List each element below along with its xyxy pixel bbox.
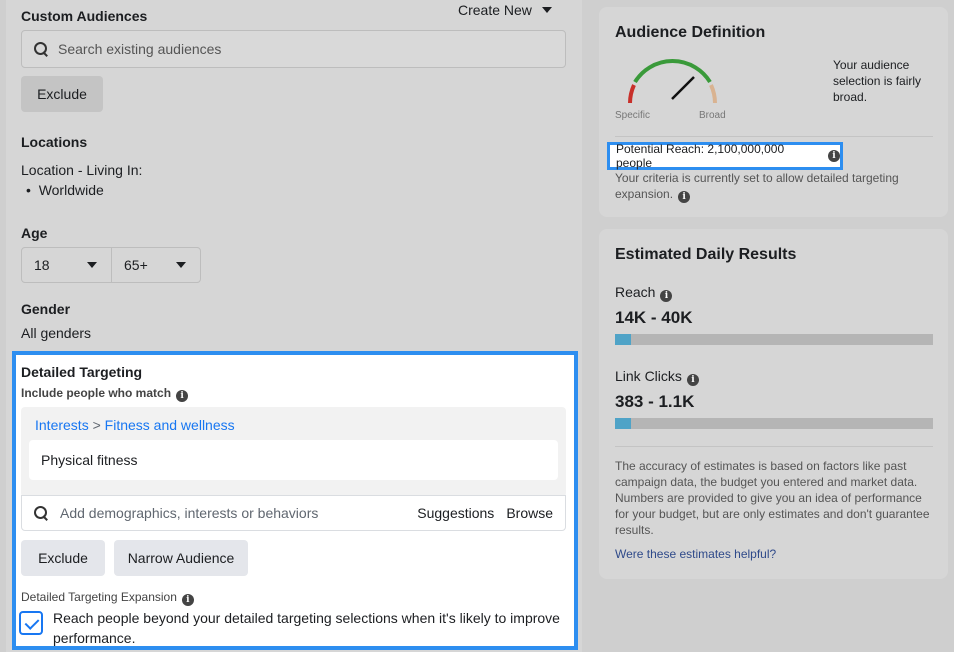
- search-icon: [34, 42, 48, 56]
- gauge-tan-segment: [709, 84, 717, 104]
- create-new-label: Create New: [458, 2, 532, 18]
- reach-label: Reach i: [615, 284, 673, 302]
- gauge-red-segment: [628, 84, 636, 104]
- breadcrumb-separator: >: [92, 417, 101, 433]
- disclaimer-line-4: for your budget, but are only estimates …: [615, 507, 930, 521]
- summary-line-3: broad.: [833, 90, 868, 104]
- custom-audiences-title: Custom Audiences: [21, 8, 148, 24]
- targeting-expansion-title: Detailed Targeting Expansion i: [21, 590, 194, 606]
- caret-down-icon: [541, 7, 552, 13]
- reach-bar: [615, 334, 933, 345]
- exclude-targeting-button[interactable]: Exclude: [21, 540, 105, 576]
- search-links: Suggestions Browse: [417, 505, 553, 521]
- search-icon: [34, 506, 48, 520]
- gauge-specific-label: Specific: [615, 110, 651, 121]
- link-clicks-label-text: Link Clicks: [615, 368, 682, 384]
- summary-line-2: selection is fairly: [833, 74, 922, 88]
- disclaimer-line-3: Numbers are provided to give you an idea…: [615, 491, 922, 505]
- caret-down-icon: [176, 262, 186, 268]
- expansion-line-1: Reach people beyond your detailed target…: [53, 610, 560, 626]
- divider: [615, 446, 933, 447]
- gender-value[interactable]: All genders: [21, 325, 91, 341]
- locations-title: Locations: [21, 134, 88, 150]
- link-clicks-bar: [615, 418, 933, 429]
- exclude-audience-button[interactable]: Exclude: [21, 76, 103, 112]
- selected-interest-label: Physical fitness: [41, 452, 138, 468]
- estimates-disclaimer: The accuracy of estimates is based on fa…: [615, 458, 930, 538]
- custom-audience-search-input[interactable]: Search existing audiences: [21, 30, 566, 68]
- age-max-select[interactable]: 65+: [112, 247, 201, 283]
- summary-line-1: Your audience: [833, 58, 910, 72]
- disclaimer-line-2: campaign data, the budget you entered an…: [615, 475, 918, 489]
- info-icon[interactable]: i: [686, 374, 699, 386]
- targeting-expansion-description: Reach people beyond your detailed target…: [53, 608, 560, 648]
- browse-link[interactable]: Browse: [506, 505, 553, 521]
- age-max-value: 65+: [124, 257, 148, 273]
- criteria-line-2: expansion.: [615, 187, 674, 201]
- criteria-line-1: Your criteria is currently set to allow …: [615, 171, 899, 185]
- audience-gauge: [628, 59, 717, 104]
- criteria-note: Your criteria is currently set to allow …: [615, 170, 899, 203]
- reach-label-text: Reach: [615, 284, 656, 300]
- divider: [615, 136, 933, 137]
- selected-interest-item[interactable]: Physical fitness: [29, 440, 558, 480]
- age-min-select[interactable]: 18: [21, 247, 112, 283]
- location-living-in-label: Location - Living In:: [21, 162, 143, 178]
- interest-breadcrumb: Interests > Fitness and wellness: [35, 417, 235, 433]
- expansion-line-2: performance.: [53, 630, 136, 646]
- link-clicks-bar-fill: [615, 418, 631, 429]
- reach-bar-fill: [615, 334, 631, 345]
- audience-summary: Your audience selection is fairly broad.: [833, 57, 921, 105]
- narrow-audience-button[interactable]: Narrow Audience: [114, 540, 248, 576]
- link-clicks-value: 383 - 1.1K: [615, 392, 695, 411]
- gauge-needle: [671, 76, 695, 100]
- suggestions-link[interactable]: Suggestions: [417, 505, 494, 521]
- gender-title: Gender: [21, 301, 71, 317]
- detailed-targeting-title: Detailed Targeting: [21, 364, 143, 380]
- detailed-targeting-search-placeholder: Add demographics, interests or behaviors: [60, 505, 319, 521]
- info-icon[interactable]: i: [678, 191, 691, 203]
- gauge-green-segment: [633, 59, 712, 84]
- info-icon[interactable]: i: [176, 390, 189, 402]
- create-new-dropdown[interactable]: Create New: [458, 2, 552, 18]
- age-min-value: 18: [34, 257, 50, 273]
- potential-reach: Potential Reach: 2,100,000,000 people i: [607, 142, 843, 170]
- info-icon[interactable]: i: [181, 594, 194, 606]
- info-icon[interactable]: i: [828, 150, 840, 162]
- gauge-broad-label: Broad: [699, 110, 726, 121]
- include-people-label: Include people who match i: [21, 386, 189, 402]
- include-people-text: Include people who match: [21, 386, 172, 400]
- info-icon[interactable]: i: [660, 290, 673, 302]
- link-clicks-label: Link Clicks i: [615, 368, 699, 386]
- audience-definition-title: Audience Definition: [615, 24, 766, 41]
- targeting-expansion-text: Detailed Targeting Expansion: [21, 590, 177, 604]
- detailed-targeting-search-input[interactable]: Add demographics, interests or behaviors…: [21, 495, 566, 531]
- detailed-targeting-section: Detailed Targeting Include people who ma…: [12, 351, 578, 650]
- breadcrumb-fitness-link[interactable]: Fitness and wellness: [105, 417, 235, 433]
- reach-value: 14K - 40K: [615, 308, 693, 327]
- estimated-results-title: Estimated Daily Results: [615, 246, 797, 263]
- targeting-expansion-checkbox[interactable]: [19, 611, 43, 635]
- breadcrumb-interests-link[interactable]: Interests: [35, 417, 89, 433]
- custom-audience-search-placeholder: Search existing audiences: [58, 41, 222, 57]
- location-item: • Worldwide: [26, 182, 104, 198]
- location-value: Worldwide: [38, 182, 104, 198]
- caret-down-icon: [87, 262, 97, 268]
- disclaimer-line-5: results.: [615, 523, 654, 537]
- age-range: 18 65+: [21, 247, 201, 283]
- estimates-feedback-link[interactable]: Were these estimates helpful?: [615, 546, 776, 562]
- interest-card: Interests > Fitness and wellness Physica…: [21, 407, 566, 497]
- potential-reach-text: Potential Reach: 2,100,000,000 people: [616, 142, 785, 170]
- age-title: Age: [21, 225, 48, 241]
- disclaimer-line-1: The accuracy of estimates is based on fa…: [615, 459, 907, 473]
